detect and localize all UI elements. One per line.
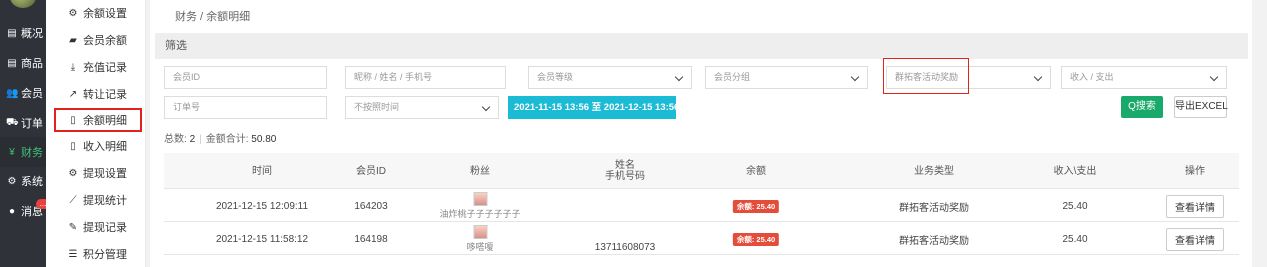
- view-details-button[interactable]: 查看详情: [1166, 227, 1224, 251]
- cart-icon: ⛟: [6, 116, 19, 128]
- nav-item-messages[interactable]: ● 消息 ...: [0, 196, 50, 226]
- share-icon: ↗: [68, 88, 78, 100]
- time-mode-select[interactable]: 不按照时间: [345, 96, 499, 119]
- member-level-select[interactable]: 会员等级: [528, 66, 692, 89]
- submenu-balance-details[interactable]: ▯ 余额明细: [54, 108, 142, 132]
- nav-item-orders[interactable]: ⛟ 订单: [0, 108, 46, 138]
- submenu-withdraw-settings[interactable]: ⚙ 提现设置: [54, 161, 142, 185]
- cell-amount: 25.40: [1062, 233, 1088, 245]
- header-business-type: 业务类型: [914, 165, 954, 177]
- download-icon: ⤓: [70, 61, 76, 73]
- cell-phone: 13711608073: [594, 242, 656, 253]
- table-header: 时间 会员ID 粉丝 姓名 手机号码 余额 业务类型 收入\支出 操作: [164, 153, 1239, 189]
- gear-icon: ⚙: [68, 7, 78, 19]
- member-id-input[interactable]: 会员ID: [164, 66, 327, 89]
- type-select-highlight: [883, 58, 969, 94]
- fan-avatar: [472, 192, 487, 206]
- cell-action: 查看详情: [1166, 223, 1224, 255]
- filter-header: 筛选: [155, 33, 1248, 59]
- file-icon: ▯: [70, 140, 76, 152]
- nav-item-overview[interactable]: ▤ 概况: [0, 18, 46, 48]
- cell-fan: 哆嗒嗄: [466, 223, 494, 255]
- submenu-recharge-records[interactable]: ⤓ 充值记录: [54, 55, 142, 79]
- date-range-picker[interactable]: 2021-11-15 13:56 至 2021-12-15 13:56: [508, 96, 692, 119]
- chat-icon: ●: [8, 205, 16, 217]
- nav-item-goods[interactable]: ▤ 商品: [0, 48, 46, 78]
- submenu-member-balance[interactable]: ▰ 会员余额: [54, 28, 142, 52]
- yen-icon: ¥: [9, 146, 15, 158]
- table-row: 2021-12-15 11:58:12 164198 哆嗒嗄 137116080…: [164, 223, 1239, 255]
- search-icon: Q: [1128, 101, 1136, 112]
- cell-balance: 余额: 25.40: [732, 190, 780, 222]
- pencil-icon: ✎: [68, 221, 78, 233]
- submenu-withdraw-records[interactable]: ✎ 提现记录: [54, 215, 142, 239]
- header-time: 时间: [252, 165, 272, 177]
- line-chart-icon: ⟋: [69, 194, 77, 206]
- balance-badge: 余额: 25.40: [732, 199, 780, 213]
- database-icon: ☰: [68, 248, 78, 260]
- gear-icon: ⚙: [68, 167, 78, 179]
- cell-member-id: 164203: [354, 200, 388, 212]
- order-number-input[interactable]: 订单号: [164, 96, 327, 119]
- fan-avatar: [472, 225, 487, 239]
- chart-icon: ▤: [7, 27, 17, 39]
- view-details-button[interactable]: 查看详情: [1166, 194, 1224, 218]
- table-row: 2021-12-15 12:09:11 164203 油炸桃子子子子子子 余额:…: [164, 190, 1239, 222]
- header-balance: 余额: [746, 165, 766, 177]
- nav-item-members[interactable]: 👥 会员: [0, 78, 46, 108]
- logo-avatar: [10, 0, 36, 8]
- main-nav: ▤ 概况 ▤ 商品 👥 会员 ⛟ 订单 ¥ 财务 ⚙ 系统 ● 消息 ...: [0, 0, 50, 267]
- total-amount: 50.80: [251, 134, 277, 145]
- cell-time: 2021-12-15 11:58:12: [215, 233, 309, 245]
- export-excel-button[interactable]: 导出EXCEL: [1174, 96, 1228, 118]
- users-icon: 👥: [6, 87, 19, 99]
- breadcrumb: 财务 / 余额明细: [175, 11, 251, 23]
- summary: 总数: 2 | 金额合计: 50.80: [164, 134, 277, 145]
- file-icon: ▯: [70, 114, 76, 126]
- submenu-withdraw-stats[interactable]: ⟋ 提现统计: [54, 188, 142, 212]
- submenu-balance-settings[interactable]: ⚙ 余额设置: [54, 1, 142, 25]
- cell-member-id: 164198: [354, 233, 388, 245]
- nav-item-system[interactable]: ⚙ 系统: [0, 166, 46, 196]
- cell-business-type: 群拓客活动奖励: [899, 235, 969, 247]
- cell-business-type: 群拓客活动奖励: [899, 202, 969, 214]
- nickname-phone-input[interactable]: 昵称 / 姓名 / 手机号: [345, 66, 506, 89]
- gears-icon: ⚙: [7, 175, 17, 187]
- header-name-phone: 姓名 手机号码: [605, 160, 645, 182]
- member-group-select[interactable]: 会员分组: [705, 66, 868, 89]
- submenu-points-management[interactable]: ☰ 积分管理: [54, 242, 142, 266]
- cell-fan: 油炸桃子子子子子子: [439, 190, 521, 222]
- header-income-expense: 收入\支出: [1053, 165, 1097, 177]
- header-fan: 粉丝: [470, 165, 490, 177]
- box-icon: ▤: [7, 57, 17, 69]
- cell-balance: 余额: 25.40: [732, 223, 780, 255]
- finance-submenu: ⚙ 余额设置 ▰ 会员余额 ⤓ 充值记录 ↗ 转让记录 ▯ 余额明细 ▯ 收入明细 ⚙ 提现设…: [46, 0, 146, 267]
- total-count: 2: [189, 134, 196, 145]
- calendar-icon: [682, 102, 692, 111]
- submenu-income-details[interactable]: ▯ 收入明细: [54, 134, 142, 158]
- main-content: 财务 / 余额明细 筛选 会员ID 昵称 / 姓名 / 手机号 会员等级 会员分…: [150, 0, 1252, 267]
- search-button[interactable]: Q搜索: [1121, 96, 1163, 118]
- balance-badge: 余额: 25.40: [732, 232, 780, 246]
- cell-action: 查看详情: [1166, 190, 1224, 222]
- nav-item-finance[interactable]: ¥ 财务: [0, 137, 46, 167]
- header-action: 操作: [1185, 165, 1205, 177]
- cell-amount: 25.40: [1062, 200, 1088, 212]
- header-member-id: 会员ID: [356, 165, 386, 177]
- card-icon: ▰: [69, 34, 77, 46]
- submenu-transfer-records[interactable]: ↗ 转让记录: [54, 82, 142, 106]
- income-expense-select[interactable]: 收入 / 支出: [1061, 66, 1227, 89]
- cell-time: 2021-12-15 12:09:11: [215, 200, 309, 212]
